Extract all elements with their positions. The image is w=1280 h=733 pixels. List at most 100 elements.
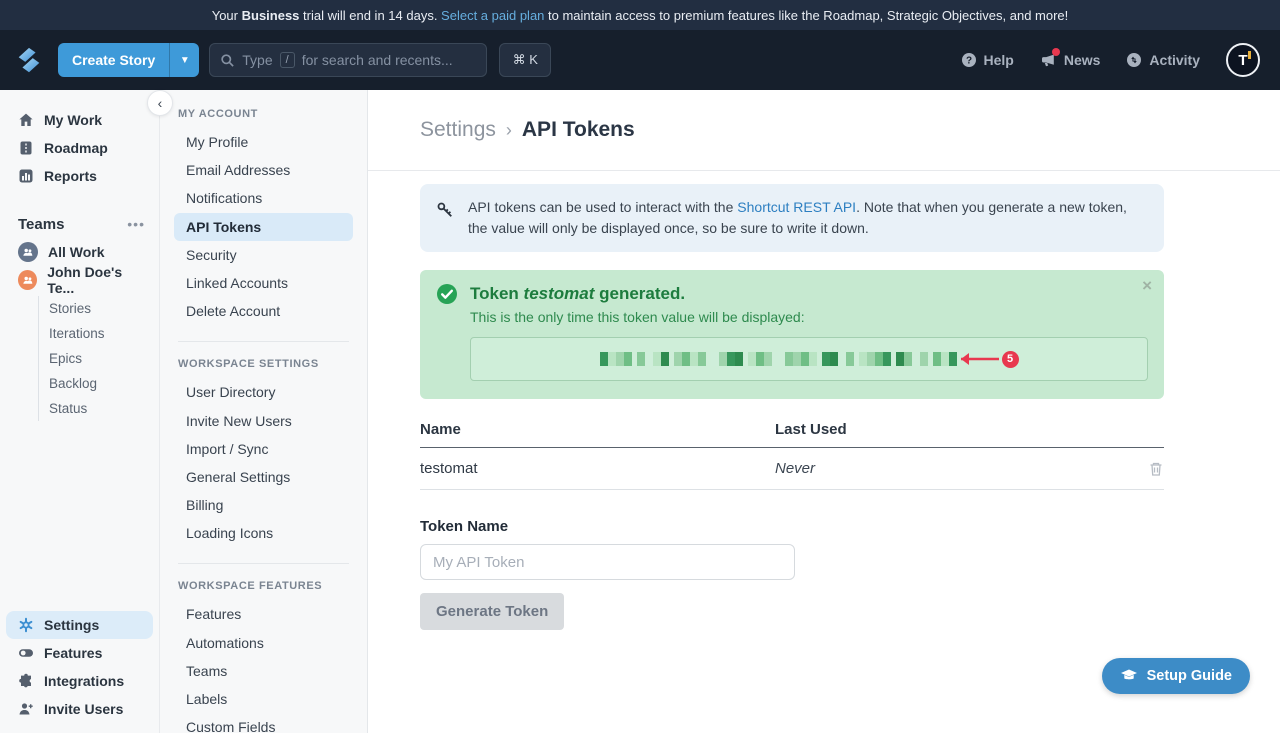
- nav-item-custom-fields[interactable]: Custom Fields: [174, 713, 353, 733]
- sidebar-item-settings[interactable]: Settings: [6, 611, 153, 639]
- main-content: Settings › API Tokens API tokens can be …: [368, 90, 1280, 733]
- nav-item-features[interactable]: Features: [174, 600, 353, 628]
- api-tokens-table: Name Last Used testomat Never: [420, 421, 1164, 490]
- nav-item-labels[interactable]: Labels: [174, 685, 353, 713]
- sidebar-label: Integrations: [44, 673, 124, 689]
- annotation-step-badge: 5: [1002, 351, 1019, 368]
- nav-item-import-sync[interactable]: Import / Sync: [174, 435, 353, 463]
- nav-item-email-addresses[interactable]: Email Addresses: [174, 156, 353, 184]
- setup-guide-label: Setup Guide: [1147, 668, 1232, 684]
- avatar-accent-mark: [1248, 51, 1251, 59]
- shortcut-rest-api-link[interactable]: Shortcut REST API: [737, 199, 856, 215]
- teams-title: Teams: [18, 216, 64, 233]
- subnav-item-iterations[interactable]: Iterations: [39, 321, 159, 346]
- nav-item-teams[interactable]: Teams: [174, 657, 353, 685]
- shortcut-logo-icon[interactable]: [12, 43, 46, 77]
- success-title: Token testomat generated.: [470, 284, 685, 304]
- trial-text-prefix: Your: [212, 8, 242, 23]
- nav-item-loading-icons[interactable]: Loading Icons: [174, 519, 353, 547]
- create-story-button[interactable]: Create Story: [58, 43, 169, 77]
- trash-icon[interactable]: [1148, 461, 1164, 477]
- chevron-right-icon: ›: [506, 120, 512, 141]
- setup-guide-button[interactable]: Setup Guide: [1102, 658, 1250, 694]
- success-subtitle: This is the only time this token value w…: [470, 309, 1148, 325]
- sidebar-item-integrations[interactable]: Integrations: [0, 667, 159, 695]
- nav-item-api-tokens[interactable]: API Tokens: [174, 213, 353, 241]
- api-token-info-banner: API tokens can be used to interact with …: [420, 184, 1164, 252]
- nav-item-my-profile[interactable]: My Profile: [174, 128, 353, 156]
- key-icon: [436, 201, 454, 224]
- help-button[interactable]: ? Help: [961, 52, 1014, 68]
- sidebar-item-features[interactable]: Features: [0, 639, 159, 667]
- nav-item-billing[interactable]: Billing: [174, 491, 353, 519]
- nav-item-delete-account[interactable]: Delete Account: [174, 297, 353, 325]
- table-header-row: Name Last Used: [420, 421, 1164, 448]
- sidebar-label: Settings: [44, 617, 99, 633]
- news-button[interactable]: News: [1040, 52, 1101, 68]
- search-icon: [220, 53, 235, 68]
- close-icon[interactable]: ×: [1142, 276, 1152, 296]
- news-label: News: [1064, 52, 1101, 68]
- breadcrumb-settings[interactable]: Settings: [420, 118, 496, 142]
- trial-text-mid: trial will end in 14 days.: [299, 8, 441, 23]
- primary-sidebar: My Work Roadmap Reports Teams ••• All Wo…: [0, 90, 160, 733]
- token-value-box: 5: [470, 337, 1148, 381]
- team-avatar-icon: [18, 270, 37, 290]
- top-navbar: Create Story ▼ Type / for search and rec…: [0, 30, 1280, 90]
- sidebar-item-john-does-team[interactable]: John Doe's Te...: [0, 266, 159, 294]
- gear-icon: [18, 617, 34, 633]
- nav-item-linked-accounts[interactable]: Linked Accounts: [174, 269, 353, 297]
- column-header-last-used: Last Used: [775, 421, 1164, 438]
- create-story-dropdown-button[interactable]: ▼: [169, 43, 199, 77]
- subnav-item-backlog[interactable]: Backlog: [39, 371, 159, 396]
- help-icon: ?: [961, 52, 977, 68]
- sidebar-item-invite-users[interactable]: Invite Users: [0, 695, 159, 723]
- nav-item-automations[interactable]: Automations: [174, 629, 353, 657]
- bar-chart-icon: [18, 168, 34, 184]
- user-avatar[interactable]: T: [1226, 43, 1260, 77]
- user-plus-icon: [18, 701, 34, 717]
- new-token-form: Token Name Generate Token: [420, 518, 1164, 630]
- breadcrumb: Settings › API Tokens: [420, 118, 635, 142]
- sidebar-label: All Work: [48, 244, 105, 260]
- collapse-sidebar-button[interactable]: ‹: [147, 90, 173, 116]
- all-work-avatar-icon: [18, 242, 38, 262]
- token-name-label: Token Name: [420, 518, 1164, 535]
- divider: [178, 341, 349, 342]
- activity-button[interactable]: Activity: [1126, 52, 1200, 68]
- sidebar-item-roadmap[interactable]: Roadmap: [0, 134, 159, 162]
- sidebar-label: Roadmap: [44, 140, 108, 156]
- subnav-item-status[interactable]: Status: [39, 396, 159, 421]
- settings-sidebar: ‹ MY ACCOUNT My Profile Email Addresses …: [160, 90, 368, 733]
- avatar-letter: T: [1238, 52, 1247, 69]
- section-title-workspace-features: WORKSPACE FEATURES: [178, 580, 367, 592]
- search-input[interactable]: Type / for search and recents...: [209, 43, 487, 77]
- sidebar-item-my-work[interactable]: My Work: [0, 106, 159, 134]
- select-paid-plan-link[interactable]: Select a paid plan: [441, 8, 544, 23]
- sidebar-item-all-work[interactable]: All Work: [0, 238, 159, 266]
- subnav-item-stories[interactable]: Stories: [39, 296, 159, 321]
- generate-token-button[interactable]: Generate Token: [420, 593, 564, 630]
- slash-key-hint: /: [280, 52, 295, 68]
- nav-item-security[interactable]: Security: [174, 241, 353, 269]
- sidebar-label: Reports: [44, 168, 97, 184]
- nav-item-notifications[interactable]: Notifications: [174, 184, 353, 212]
- teams-menu-button[interactable]: •••: [127, 216, 145, 232]
- nav-item-invite-new-users[interactable]: Invite New Users: [174, 407, 353, 435]
- token-generated-alert: × Token testomat generated. This is the …: [420, 270, 1164, 399]
- cmd-k-shortcut-badge[interactable]: ⌘ K: [499, 43, 551, 77]
- token-name-input[interactable]: [420, 544, 795, 580]
- token-name-cell: testomat: [420, 460, 775, 477]
- team-subnav: Stories Iterations Epics Backlog Status: [38, 296, 159, 421]
- sidebar-item-reports[interactable]: Reports: [0, 162, 159, 190]
- help-label: Help: [984, 52, 1014, 68]
- nav-item-user-directory[interactable]: User Directory: [174, 378, 353, 406]
- section-title-my-account: MY ACCOUNT: [178, 108, 367, 120]
- sidebar-label: John Doe's Te...: [47, 264, 149, 296]
- road-icon: [18, 140, 34, 156]
- subnav-item-epics[interactable]: Epics: [39, 346, 159, 371]
- search-type-label: Type: [242, 52, 272, 68]
- toggle-icon: [18, 645, 34, 661]
- nav-item-general-settings[interactable]: General Settings: [174, 463, 353, 491]
- teams-section-header: Teams •••: [0, 210, 159, 238]
